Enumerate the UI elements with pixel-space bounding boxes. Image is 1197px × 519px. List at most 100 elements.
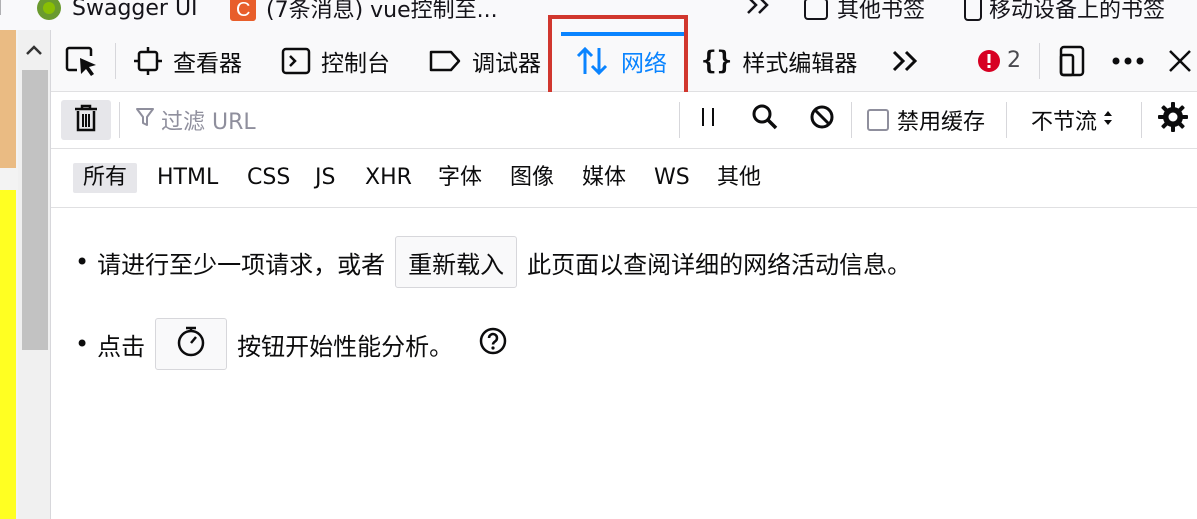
- search-button[interactable]: [751, 92, 779, 148]
- bookmark-item[interactable]: I: [0, 0, 3, 26]
- block-icon: [809, 104, 835, 136]
- scroll-up-button[interactable]: [18, 30, 50, 70]
- empty-state-line-reload: • 请进行至少一项请求，或者 重新载入 此页面以查阅详细的网络活动信息。: [75, 234, 911, 290]
- empty-text: 此页面以查阅详细的网络活动信息。: [527, 250, 912, 279]
- tab-label: 样式编辑器: [742, 50, 858, 77]
- bookmark-label: Swagger UI: [72, 0, 198, 21]
- more-tabs-button[interactable]: [891, 30, 921, 91]
- filter-fonts[interactable]: 字体: [428, 163, 492, 193]
- pause-button[interactable]: [697, 92, 719, 148]
- error-icon: [977, 49, 1001, 73]
- reload-button[interactable]: 重新载入: [395, 236, 518, 288]
- stopwatch-icon: [176, 325, 206, 363]
- filter-xhr[interactable]: XHR: [355, 163, 422, 193]
- responsive-design-button[interactable]: [1059, 30, 1089, 91]
- empty-state-line-perf: • 点击 按钮开始性能分析。: [75, 316, 507, 372]
- filter-icon: [135, 106, 155, 134]
- tab-debugger[interactable]: 调试器: [428, 30, 541, 91]
- tab-console[interactable]: 控制台: [281, 30, 390, 91]
- gear-icon: [1157, 101, 1189, 139]
- bookmark-other[interactable]: 其他书签: [803, 0, 925, 26]
- clear-button[interactable]: [61, 100, 111, 140]
- filter-separator: [679, 102, 680, 138]
- close-icon: [1167, 48, 1193, 74]
- error-count-button[interactable]: 2: [977, 30, 1021, 91]
- tab-label: 控制台: [321, 50, 390, 77]
- disable-cache-checkbox[interactable]: 禁用缓存: [867, 92, 985, 148]
- debugger-icon: [428, 48, 462, 74]
- filter-separator: [851, 102, 852, 138]
- filter-css[interactable]: CSS: [237, 163, 300, 193]
- filter-ws[interactable]: WS: [644, 163, 700, 193]
- filter-separator: [1006, 102, 1007, 138]
- more-dots-icon: [1111, 56, 1145, 66]
- tab-label: 调试器: [472, 50, 541, 77]
- bookmark-label: I: [0, 0, 3, 21]
- trash-icon: [73, 103, 99, 137]
- filter-placeholder: 过滤 URL: [161, 110, 256, 135]
- console-icon: [281, 46, 311, 76]
- page-orange-block: [0, 30, 16, 168]
- element-picker-icon: [65, 46, 99, 76]
- double-chevron-icon: [891, 49, 921, 73]
- bookmark-label: 其他书签: [837, 0, 926, 23]
- network-settings-button[interactable]: [1157, 92, 1189, 148]
- filter-html[interactable]: HTML: [147, 163, 228, 193]
- csdn-icon: C: [230, 0, 256, 21]
- bullet: •: [75, 330, 90, 358]
- toolbar-separator: [1039, 43, 1040, 79]
- empty-text: 点击: [97, 332, 146, 361]
- bookmark-label: (7条消息) vue控制至...: [266, 0, 498, 23]
- throttle-select[interactable]: 不节流: [1031, 92, 1113, 148]
- throttle-label: 不节流: [1031, 110, 1098, 135]
- filter-images[interactable]: 图像: [500, 163, 564, 193]
- empty-text: 按钮开始性能分析。: [237, 332, 454, 361]
- tab-label: 查看器: [173, 50, 242, 77]
- checkbox-box[interactable]: [867, 109, 889, 131]
- network-empty-state: • 请进行至少一项请求，或者 重新载入 此页面以查阅详细的网络活动信息。 • 点…: [51, 208, 1197, 519]
- chevron-up-icon: [25, 41, 43, 60]
- double-chevron-icon: [745, 0, 773, 21]
- mobile-icon: [963, 0, 983, 21]
- filter-media[interactable]: 媒体: [572, 163, 636, 193]
- network-filter-bar: 过滤 URL 禁用缓存 不节流: [51, 92, 1197, 149]
- empty-text: 请进行至少一项请求，或者: [97, 250, 386, 279]
- pause-icon: [697, 106, 719, 134]
- filter-separator: [119, 102, 120, 138]
- folder-icon: [803, 0, 829, 21]
- select-arrows-icon: [1103, 108, 1113, 133]
- bookmark-swagger[interactable]: Swagger UI: [36, 0, 198, 26]
- tab-inspector[interactable]: 查看器: [133, 30, 242, 91]
- bookmarks-overflow[interactable]: [745, 0, 773, 26]
- style-editor-icon: {}: [701, 45, 733, 76]
- search-icon: [751, 103, 779, 137]
- highlight-annotation: [548, 15, 688, 101]
- error-count: 2: [1007, 48, 1021, 73]
- request-type-filters: 所有 HTML CSS JS XHR 字体 图像 媒体 WS 其他: [51, 149, 1197, 208]
- devtools-panel: 查看器 控制台 调试器 网络 {} 样式编辑器 2 过滤 URL 禁用缓存 不节…: [51, 15, 1197, 519]
- svg-text:C: C: [236, 0, 250, 21]
- devtools-toolbar: 查看器 控制台 调试器 网络 {} 样式编辑器 2: [51, 15, 1197, 101]
- element-picker-button[interactable]: [65, 30, 99, 91]
- tab-style-editor[interactable]: {} 样式编辑器: [701, 30, 857, 91]
- filter-js[interactable]: JS: [305, 163, 345, 193]
- more-options-button[interactable]: [1111, 30, 1145, 91]
- responsive-design-icon: [1059, 45, 1089, 77]
- performance-button[interactable]: [155, 318, 228, 370]
- bookmark-csdn[interactable]: C (7条消息) vue控制至...: [230, 0, 498, 26]
- filter-all[interactable]: 所有: [73, 163, 138, 193]
- bookmark-label: 移动设备上的书签: [989, 0, 1166, 23]
- filter-separator: [1141, 102, 1142, 138]
- swagger-icon: [36, 0, 62, 21]
- filter-other[interactable]: 其他: [707, 163, 771, 193]
- toolbar-separator: [115, 43, 116, 79]
- scrollbar-thumb[interactable]: [22, 70, 48, 350]
- help-icon[interactable]: [479, 327, 507, 361]
- url-filter-input[interactable]: 过滤 URL: [135, 100, 675, 140]
- close-devtools-button[interactable]: [1167, 30, 1193, 91]
- inspector-icon: [133, 46, 163, 76]
- bullet: •: [75, 248, 90, 276]
- disable-cache-label: 禁用缓存: [897, 110, 986, 135]
- block-button[interactable]: [809, 92, 835, 148]
- bookmark-mobile[interactable]: 移动设备上的书签: [963, 0, 1165, 26]
